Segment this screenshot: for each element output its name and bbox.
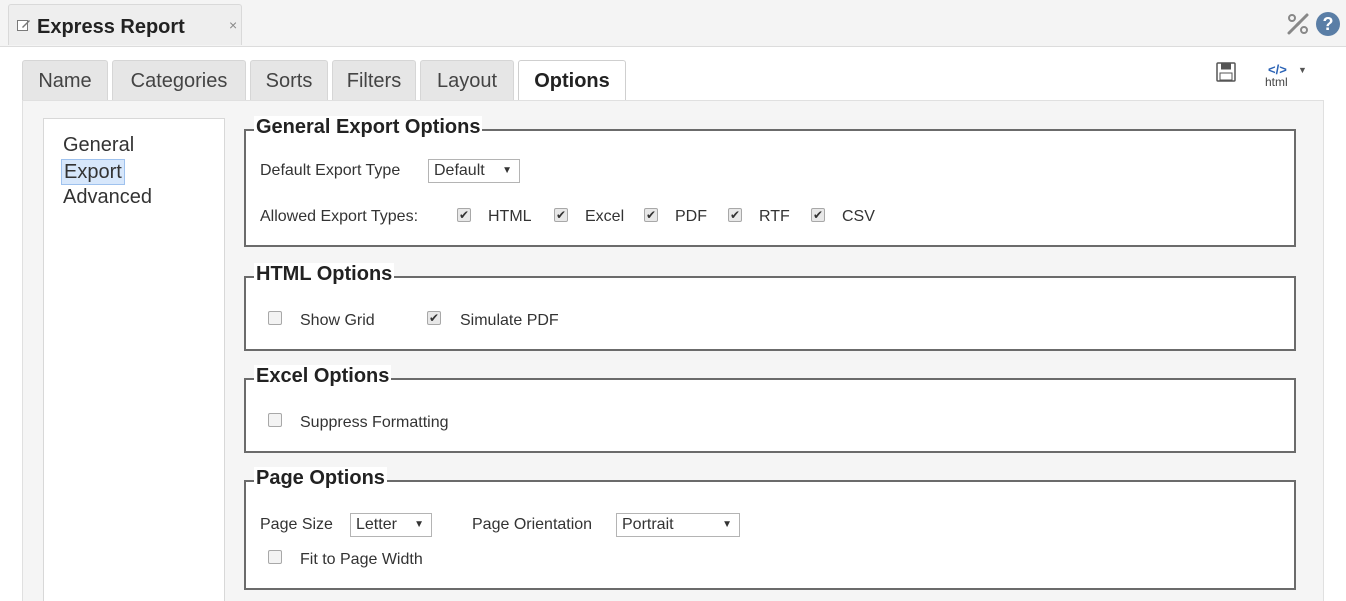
options-sidebar: General Export Advanced <box>43 118 225 601</box>
pdf-type-label: PDF <box>675 208 707 225</box>
page-size-value: Letter <box>356 516 397 533</box>
sidebar-item-export[interactable]: Export <box>61 159 125 185</box>
chevron-down-icon: ▼ <box>414 519 424 530</box>
csv-type-label: CSV <box>842 208 875 225</box>
page-orientation-select[interactable]: Portrait ▼ <box>616 513 740 537</box>
simulate-pdf-checkbox[interactable]: ✔ <box>427 311 441 325</box>
help-icon[interactable]: ? <box>1316 12 1340 36</box>
edit-icon <box>17 20 30 31</box>
close-tab-icon[interactable]: × <box>229 17 237 33</box>
html-type-label: HTML <box>488 208 532 225</box>
save-icon[interactable] <box>1216 62 1236 82</box>
page-orientation-label: Page Orientation <box>472 516 593 533</box>
allowed-export-types-label: Allowed Export Types: <box>260 208 419 225</box>
chevron-down-icon: ▼ <box>502 165 512 176</box>
chevron-down-icon: ▼ <box>722 519 732 530</box>
page-options-group: Page Options Page Size Letter ▼ Page Ori… <box>244 467 1296 590</box>
chevron-down-icon[interactable]: ▼ <box>1298 65 1307 75</box>
page-options-legend: Page Options <box>254 467 387 490</box>
tools-icon[interactable] <box>1286 12 1310 36</box>
rtf-type-checkbox[interactable]: ✔ <box>728 208 742 222</box>
html-type-checkbox[interactable]: ✔ <box>457 208 471 222</box>
html-label: html <box>1265 75 1288 89</box>
tab-name[interactable]: Name <box>22 60 108 101</box>
general-export-options-group: General Export Options Default Export Ty… <box>244 116 1296 247</box>
options-tab-bar: Name Categories Sorts Filters Layout Opt… <box>22 60 1322 102</box>
fit-to-page-width-label: Fit to Page Width <box>300 551 423 568</box>
tab-sorts[interactable]: Sorts <box>250 60 328 101</box>
html-export-icon[interactable]: </> html ▼ <box>1262 62 1307 90</box>
report-title: Express Report <box>37 16 185 38</box>
html-options-legend: HTML Options <box>254 263 395 286</box>
excel-options-group: Excel Options Suppress Formatting <box>244 365 1296 453</box>
csv-type-checkbox[interactable]: ✔ <box>811 208 825 222</box>
tab-categories[interactable]: Categories <box>112 60 246 101</box>
show-grid-label: Show Grid <box>300 312 375 329</box>
suppress-formatting-checkbox[interactable] <box>268 413 282 427</box>
excel-type-checkbox[interactable]: ✔ <box>554 208 568 222</box>
tab-options[interactable]: Options <box>518 60 626 102</box>
report-document-tab[interactable]: Express Report × <box>8 4 242 45</box>
default-export-type-label: Default Export Type <box>260 162 401 179</box>
general-export-options-legend: General Export Options <box>254 116 483 139</box>
tab-filters[interactable]: Filters <box>332 60 416 101</box>
fit-to-page-width-checkbox[interactable] <box>268 550 282 564</box>
sidebar-item-general[interactable]: General <box>61 133 136 157</box>
page-size-label: Page Size <box>260 516 333 533</box>
tab-layout[interactable]: Layout <box>420 60 514 101</box>
excel-options-legend: Excel Options <box>254 365 392 388</box>
show-grid-checkbox[interactable] <box>268 311 282 325</box>
page-size-select[interactable]: Letter ▼ <box>350 513 432 537</box>
pdf-type-checkbox[interactable]: ✔ <box>644 208 658 222</box>
sidebar-item-advanced[interactable]: Advanced <box>61 185 154 209</box>
rtf-type-label: RTF <box>759 208 790 225</box>
default-export-type-select[interactable]: Default ▼ <box>428 159 520 183</box>
page-orientation-value: Portrait <box>622 516 674 533</box>
default-export-type-value: Default <box>434 162 485 179</box>
suppress-formatting-label: Suppress Formatting <box>300 414 449 431</box>
html-options-group: HTML Options Show Grid ✔ Simulate PDF <box>244 263 1296 351</box>
title-bar: Express Report × ? <box>0 0 1346 47</box>
excel-type-label: Excel <box>585 208 625 225</box>
simulate-pdf-label: Simulate PDF <box>460 312 559 329</box>
